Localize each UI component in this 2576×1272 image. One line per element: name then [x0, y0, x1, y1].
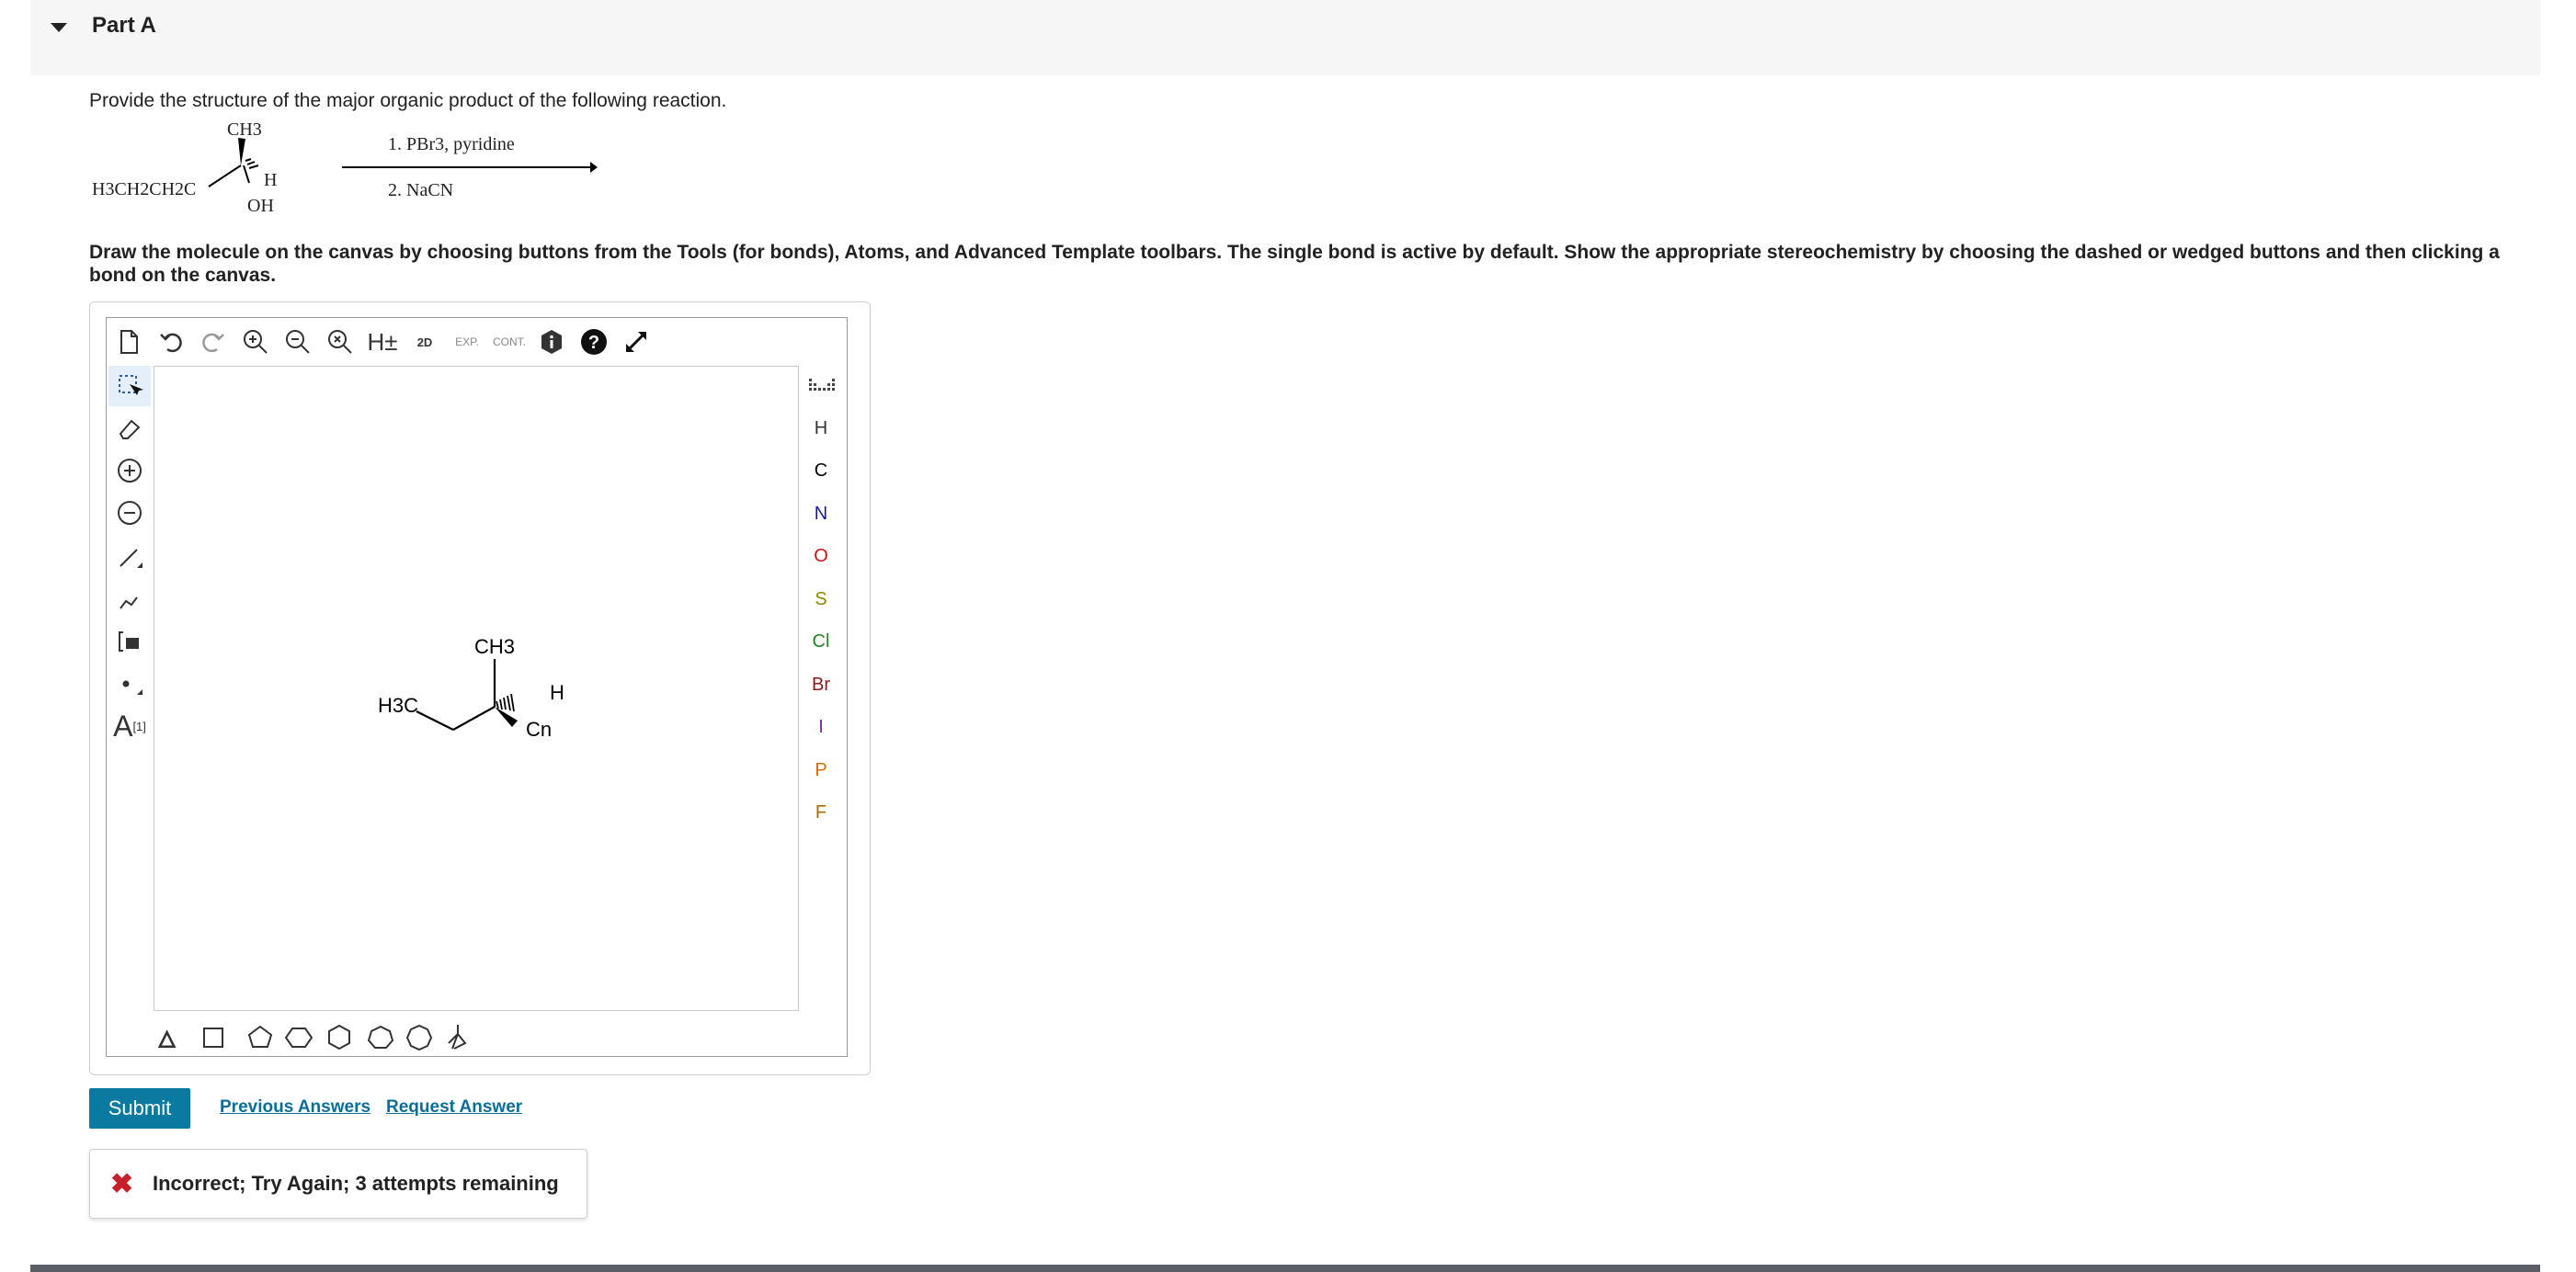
radical-tool-icon[interactable]: [108, 664, 151, 704]
submit-button[interactable]: Submit: [89, 1088, 190, 1129]
atom-properties-tool[interactable]: A [1]: [108, 706, 151, 746]
reagent-step-1: 1. PBr3, pyridine: [388, 134, 515, 154]
atom-label-h3c[interactable]: H3C: [378, 694, 418, 717]
atoms-toolbar: H C N O S Cl Br I P F: [800, 366, 842, 844]
toggle-hydrogens-button[interactable]: H±: [364, 322, 401, 362]
previous-answers-link[interactable]: Previous Answers: [220, 1097, 370, 1118]
positive-charge-icon[interactable]: [108, 450, 151, 491]
cyclopentane-template-icon[interactable]: [247, 1025, 273, 1048]
reactant-h-label: H: [264, 170, 278, 190]
atom-label-cn[interactable]: Cn: [526, 718, 552, 741]
atom-button-p[interactable]: P: [800, 750, 842, 790]
contract-button[interactable]: CONT.: [491, 322, 528, 362]
drawing-instructions: Draw the molecule on the canvas by choos…: [89, 242, 2500, 286]
top-toolbar: H± 2D EXP. CONT. ?: [110, 322, 846, 362]
request-answer-link[interactable]: Request Answer: [386, 1097, 522, 1118]
reaction-bonds: [208, 138, 598, 187]
zoom-reset-icon[interactable]: [322, 322, 359, 362]
atom-label-ch3[interactable]: CH3: [474, 635, 515, 658]
negative-charge-icon[interactable]: [108, 493, 151, 533]
part-title: Part A: [92, 13, 156, 38]
help-icon[interactable]: ?: [576, 322, 612, 362]
redo-icon[interactable]: [195, 322, 232, 362]
incorrect-x-icon: ✖: [110, 1169, 134, 1199]
clean-2d-button[interactable]: 2D: [406, 322, 443, 362]
atom-button-o[interactable]: O: [800, 537, 842, 577]
cyclohexane-template-icon[interactable]: [284, 1028, 313, 1048]
product-molecule: H3C CH3 H Cn: [378, 635, 564, 741]
cyclopropane-template-icon[interactable]: [157, 1029, 177, 1049]
atom-button-h[interactable]: H: [800, 408, 842, 449]
undo-icon[interactable]: [153, 322, 189, 362]
fullscreen-icon[interactable]: [618, 322, 655, 362]
atom-label-h[interactable]: H: [550, 681, 564, 704]
chain-tool-icon[interactable]: [108, 579, 151, 619]
cyclobutane-template-icon[interactable]: [203, 1028, 223, 1048]
atom-button-n[interactable]: N: [800, 494, 842, 534]
cyclooctane-template-icon[interactable]: [405, 1024, 433, 1051]
info-icon[interactable]: [533, 322, 570, 362]
erase-tool-icon[interactable]: [108, 408, 151, 449]
left-toolbar: A [1]: [108, 366, 151, 752]
feedback-box: ✖ Incorrect; Try Again; 3 attempts remai…: [89, 1149, 587, 1219]
bottom-divider: [30, 1265, 2540, 1272]
bicyclic-template-icon[interactable]: [448, 1025, 467, 1050]
atom-properties-label: A: [113, 709, 133, 743]
clean-2d-label: 2D: [416, 335, 433, 349]
reactant-oh-label: OH: [247, 196, 274, 216]
select-tool-icon[interactable]: [108, 366, 151, 406]
atom-button-br[interactable]: Br: [800, 664, 842, 705]
single-bond-icon[interactable]: [108, 537, 151, 577]
atom-button-cl[interactable]: Cl: [800, 622, 842, 663]
benzene-template-icon[interactable]: [328, 1024, 350, 1051]
expand-button[interactable]: EXP.: [449, 322, 485, 362]
atom-properties-index: [1]: [132, 719, 146, 733]
bracket-tool-icon[interactable]: [108, 621, 151, 662]
svg-text:?: ?: [588, 333, 599, 353]
part-header[interactable]: Part A: [30, 0, 2540, 75]
periodic-table-icon[interactable]: [800, 366, 842, 406]
drawing-canvas[interactable]: H3C CH3 H Cn: [154, 366, 799, 1011]
zoom-out-icon[interactable]: [279, 322, 316, 362]
cycloheptane-template-icon[interactable]: [367, 1025, 394, 1049]
zoom-in-icon[interactable]: [237, 322, 274, 362]
reagent-step-2: 2. NaCN: [388, 180, 454, 200]
feedback-message: Incorrect; Try Again; 3 attempts remaini…: [153, 1172, 559, 1195]
reactant-substituent-label: H3CH2CH2C: [92, 179, 197, 199]
atom-button-s[interactable]: S: [800, 579, 842, 619]
template-toolbar: [153, 1016, 539, 1056]
template-icons: [157, 1024, 467, 1051]
reactant-ch3-label: CH3: [227, 119, 262, 140]
reaction-scheme: CH3 H3CH2CH2C H OH 1. PBr3, pyridine 2. …: [89, 115, 641, 225]
new-document-icon[interactable]: [110, 322, 147, 362]
atom-button-c[interactable]: C: [800, 451, 842, 492]
collapse-caret-icon[interactable]: [51, 23, 67, 32]
question-text: Provide the structure of the major organ…: [89, 90, 727, 111]
atom-button-i[interactable]: I: [800, 708, 842, 748]
atom-button-f[interactable]: F: [800, 793, 842, 834]
